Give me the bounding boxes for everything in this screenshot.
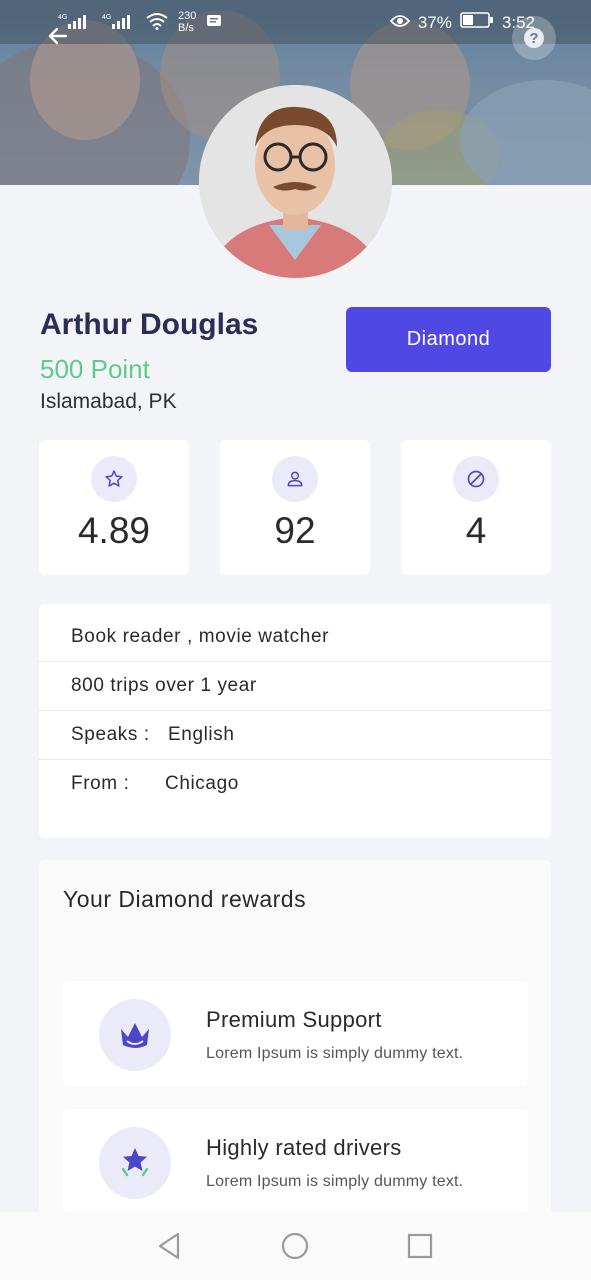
arrow-left-icon (48, 27, 68, 45)
reward-item[interactable]: Premium Support Lorem Ipsum is simply du… (63, 981, 528, 1086)
points-label: 500 Point (40, 354, 150, 384)
triangle-back-icon (158, 1232, 180, 1260)
hobbies-text: Book reader , movie watcher (71, 626, 330, 647)
network-label-2: 4G (102, 14, 111, 21)
avatar (199, 85, 392, 278)
profile-name: Arthur Douglas (40, 308, 259, 341)
from-label: From : (71, 773, 130, 794)
battery-icon (460, 12, 494, 33)
reward-item[interactable]: Highly rated drivers Lorem Ipsum is simp… (63, 1109, 528, 1214)
system-nav-bar (0, 1212, 591, 1280)
trips-value: 92 (274, 510, 316, 551)
rating-card: 4.89 (39, 440, 189, 575)
speaks-label: Speaks : (71, 724, 150, 745)
trips-card: 92 (220, 440, 370, 575)
star-badge-icon (99, 1127, 171, 1199)
info-row: Book reader , movie watcher (39, 612, 551, 662)
data-speed-unit: B/s (178, 22, 194, 34)
network-label-1: 4G (58, 14, 67, 21)
status-bar: 4G 4G 230 B/s 37% 3:52 (0, 0, 591, 44)
signal-icon: 4G (102, 12, 136, 33)
nav-recents-button[interactable] (404, 1230, 436, 1262)
diamond-tier-button[interactable]: Diamond (346, 307, 551, 372)
circle-home-icon (281, 1232, 309, 1260)
reward-title: Highly rated drivers (206, 1135, 402, 1160)
back-button[interactable] (44, 22, 72, 50)
crown-lotus-icon (99, 999, 171, 1071)
wifi-icon (146, 12, 168, 33)
data-speed-value: 230 (178, 10, 197, 22)
reward-description: Lorem Ipsum is simply dummy text. (206, 1173, 464, 1190)
question-icon: ? (524, 28, 544, 48)
eye-icon (389, 13, 411, 33)
battery-percent: 37% (417, 12, 452, 32)
location-label: Islamabad, PK (40, 390, 177, 413)
square-recents-icon (407, 1233, 433, 1259)
data-speed: 230 B/s (178, 10, 196, 34)
star-icon (91, 456, 137, 502)
info-row: Speaks : English (39, 710, 551, 760)
cancellations-value: 4 (465, 510, 487, 551)
speaks-value: English (168, 724, 235, 745)
user-icon (272, 456, 318, 502)
message-icon (206, 13, 222, 32)
rating-value: 4.89 (77, 510, 150, 551)
reward-description: Lorem Ipsum is simply dummy text. (206, 1045, 464, 1062)
cancellations-card: 4 (401, 440, 551, 575)
reward-title: Premium Support (206, 1007, 382, 1032)
from-value: Chicago (165, 773, 239, 794)
info-row: From : Chicago (39, 759, 551, 808)
rewards-section: Your Diamond rewards Premium Support Lor… (39, 860, 551, 1220)
trips-text: 800 trips over 1 year (71, 675, 257, 696)
info-row: 800 trips over 1 year (39, 661, 551, 711)
nav-back-button[interactable] (154, 1230, 186, 1262)
cancel-icon (453, 456, 499, 502)
rewards-title: Your Diamond rewards (63, 886, 307, 912)
about-card: Book reader , movie watcher 800 trips ov… (39, 604, 551, 838)
nav-home-button[interactable] (279, 1230, 311, 1262)
help-button[interactable]: ? (512, 16, 556, 60)
